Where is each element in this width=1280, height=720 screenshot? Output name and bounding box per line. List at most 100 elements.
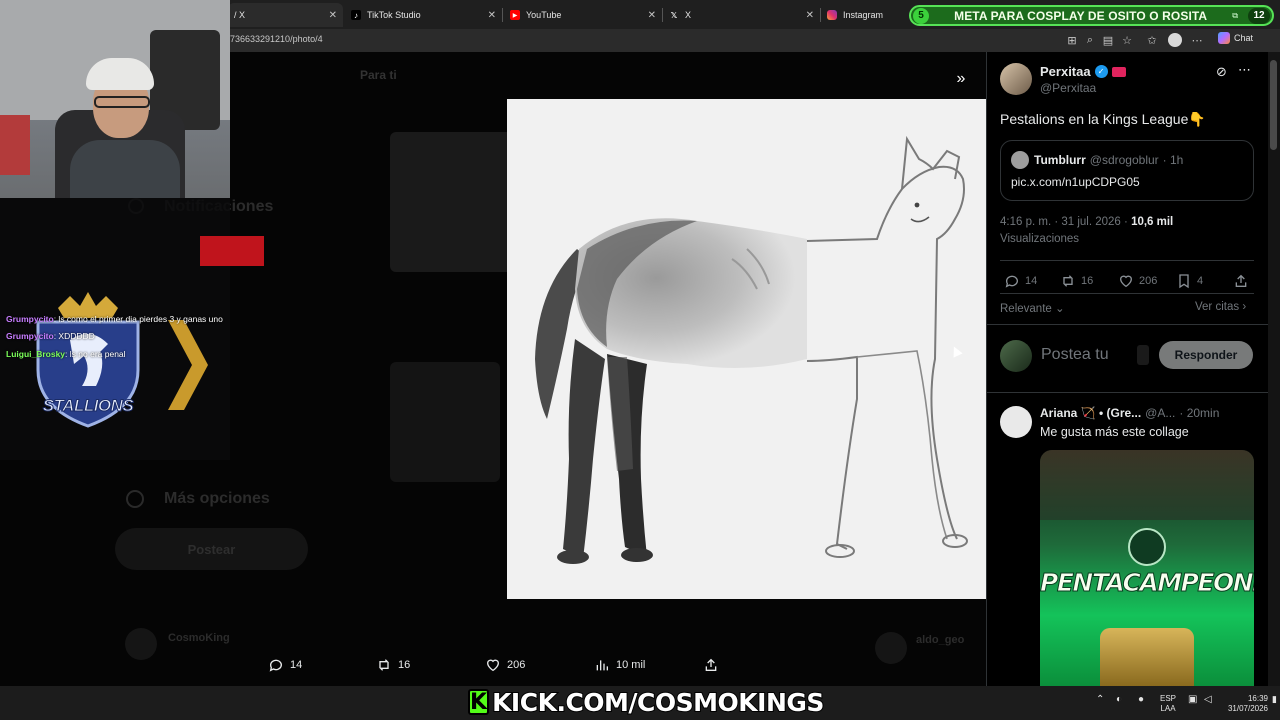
x-icon: 𝕏 — [670, 10, 678, 20]
tab-label: TikTok Studio — [367, 10, 421, 20]
reply-author-name[interactable]: Ariana 🏹 • (Gre... — [1040, 406, 1141, 420]
tray-app-icon[interactable]: ◐ — [1116, 694, 1122, 705]
tweet-timestamp[interactable]: 4:16 p. m. · 31 jul. 2026 · — [1000, 216, 1128, 228]
reply-icon — [1005, 275, 1018, 288]
reply-icon — [269, 659, 282, 672]
views-icon — [596, 660, 608, 671]
divider — [986, 392, 1268, 393]
chat-message: Grumpycito: XDDDDD — [6, 331, 95, 341]
relevance-sort[interactable]: Relevante ⌄ — [1000, 301, 1065, 315]
like-stat[interactable]: 206 — [1118, 273, 1157, 289]
tray-clock[interactable]: 16:39 31/07/2026 — [1226, 694, 1268, 714]
chat-message: Luigui_Brosky: ls no era penal — [6, 349, 126, 359]
meta-goal-widget: 5 META PARA COSPLAY DE OSITO O ROSITA ⧉ … — [909, 5, 1274, 26]
profile-icon[interactable] — [1168, 33, 1182, 47]
tray-mic-icon[interactable]: ● — [1138, 694, 1144, 705]
chat-username: Grumpycito — [6, 314, 54, 324]
chevron-right-icon: › — [1242, 301, 1247, 313]
webcam-feed — [0, 0, 230, 198]
media-like-action[interactable]: 206 — [485, 656, 525, 674]
tab-label: Instagram — [843, 10, 884, 20]
share-stat[interactable] — [1233, 273, 1249, 289]
close-icon[interactable]: ✕ — [806, 10, 814, 21]
reply-stat[interactable]: 14 — [1004, 273, 1037, 289]
reply-header: Ariana 🏹 • (Gre... @A... · 20min — [1040, 406, 1262, 420]
reply-input[interactable]: Postea tu — [1041, 346, 1109, 364]
zoom-icon[interactable]: ⌕ — [1083, 33, 1097, 47]
notifications-icon[interactable]: ▮ — [1272, 694, 1277, 705]
tab-tiktok-studio[interactable]: ♪ TikTok Studio ✕ — [345, 3, 503, 27]
collapse-panel-icon[interactable]: » — [948, 66, 974, 92]
cam-streamer-glasses — [94, 96, 150, 108]
close-icon[interactable]: ✕ — [488, 10, 496, 21]
media-repost-action[interactable]: 16 — [376, 656, 410, 674]
view-quotes-link[interactable]: Ver citas › — [1195, 301, 1246, 313]
copilot-icon — [1218, 32, 1230, 44]
media-reply-action[interactable]: 14 — [268, 656, 302, 674]
apps-icon[interactable]: ⊞ — [1065, 33, 1079, 47]
author-avatar[interactable] — [1000, 63, 1032, 95]
timeline-media-card — [390, 132, 520, 272]
quoted-tweet-card[interactable] — [1000, 140, 1254, 201]
copilot-chat-button[interactable]: Chat — [1218, 32, 1253, 44]
divider — [1000, 293, 1254, 294]
grammarly-icon[interactable] — [1137, 345, 1149, 365]
reply-author-avatar[interactable] — [1000, 406, 1032, 438]
media-image[interactable] — [507, 99, 986, 599]
grok-icon[interactable]: ⊘ — [1216, 64, 1227, 80]
collage-title: PENTACAMPEONES — [1040, 568, 1254, 598]
more-options-icon — [126, 490, 144, 508]
bookmark-stat[interactable]: 4 — [1176, 273, 1203, 289]
tray-overflow-icon[interactable]: ⌃ — [1096, 694, 1104, 705]
side-user-name: aldo_geo — [916, 634, 965, 646]
volume-icon[interactable]: ◁ — [1204, 694, 1212, 705]
tab-for-you: Para ti — [360, 68, 397, 82]
close-icon[interactable]: ✕ — [329, 10, 337, 21]
instagram-icon — [827, 10, 837, 20]
horse-drawing-image — [507, 99, 986, 599]
reply-collage-image[interactable]: PENTACAMPEONES — [1040, 450, 1254, 686]
reply-text: Me gusta más este collage — [1040, 425, 1189, 439]
like-count: 206 — [507, 659, 526, 671]
quote-link[interactable]: pic.x.com/n1upCDPG05 — [1011, 175, 1140, 189]
network-icon[interactable]: ▣ — [1188, 694, 1197, 705]
tab-instagram[interactable]: Instagram — [821, 3, 907, 27]
tab-youtube[interactable]: ▶ YouTube ✕ — [504, 3, 663, 27]
author-name[interactable]: Perxitaa — [1040, 64, 1091, 79]
reply-author-handle[interactable]: @A... — [1145, 406, 1175, 420]
timeline-media-card — [390, 362, 500, 482]
reply-count: 14 — [290, 659, 303, 671]
favorites-bar-icon[interactable]: ✩ — [1145, 33, 1159, 47]
close-icon[interactable]: ✕ — [648, 10, 656, 21]
avatar — [125, 628, 157, 660]
kick-banner: K KICK.COM/COSMOKINGS — [468, 686, 825, 718]
affiliate-badge-icon — [1111, 66, 1126, 77]
tab-x-photo[interactable]: / X ✕ — [228, 3, 343, 27]
stallions-logo-text: STALLIONS — [42, 396, 134, 416]
tab-separator — [502, 8, 503, 22]
collage-trophies — [1100, 628, 1194, 686]
media-views-action[interactable]: 10 mil — [594, 656, 645, 674]
cam-background-object — [0, 115, 30, 175]
media-share-action[interactable] — [703, 656, 719, 674]
more-icon[interactable]: ⋯ — [1190, 33, 1204, 47]
tray-language[interactable]: ESP LAA — [1160, 694, 1176, 714]
tab-x[interactable]: 𝕏 X ✕ — [663, 3, 821, 27]
more-options-icon[interactable]: ⋯ — [1238, 62, 1251, 78]
url-field[interactable]: 736633291210/photo/4 — [230, 34, 323, 44]
favorite-icon[interactable]: ☆ — [1120, 33, 1134, 47]
reader-icon[interactable]: ▤ — [1101, 33, 1115, 47]
side-user-name: CosmoKing — [168, 632, 230, 644]
repost-icon — [379, 659, 389, 671]
author-handle[interactable]: @Perxitaa — [1040, 81, 1096, 95]
quote-time: · 1h — [1162, 153, 1184, 167]
quote-header: Tumblurr @sdrogoblur · 1h — [1034, 153, 1183, 167]
views-count: 10 mil — [616, 659, 646, 671]
collage-crowd — [1040, 450, 1254, 520]
tweet-timestamp-row: 4:16 p. m. · 31 jul. 2026 · 10,6 mil — [1000, 216, 1173, 228]
scrollbar-thumb[interactable] — [1270, 60, 1277, 150]
youtube-icon: ▶ — [510, 10, 520, 20]
verified-badge-icon: ✓ — [1094, 65, 1108, 78]
repost-stat[interactable]: 16 — [1060, 273, 1093, 289]
reply-button[interactable]: Responder — [1159, 341, 1253, 369]
